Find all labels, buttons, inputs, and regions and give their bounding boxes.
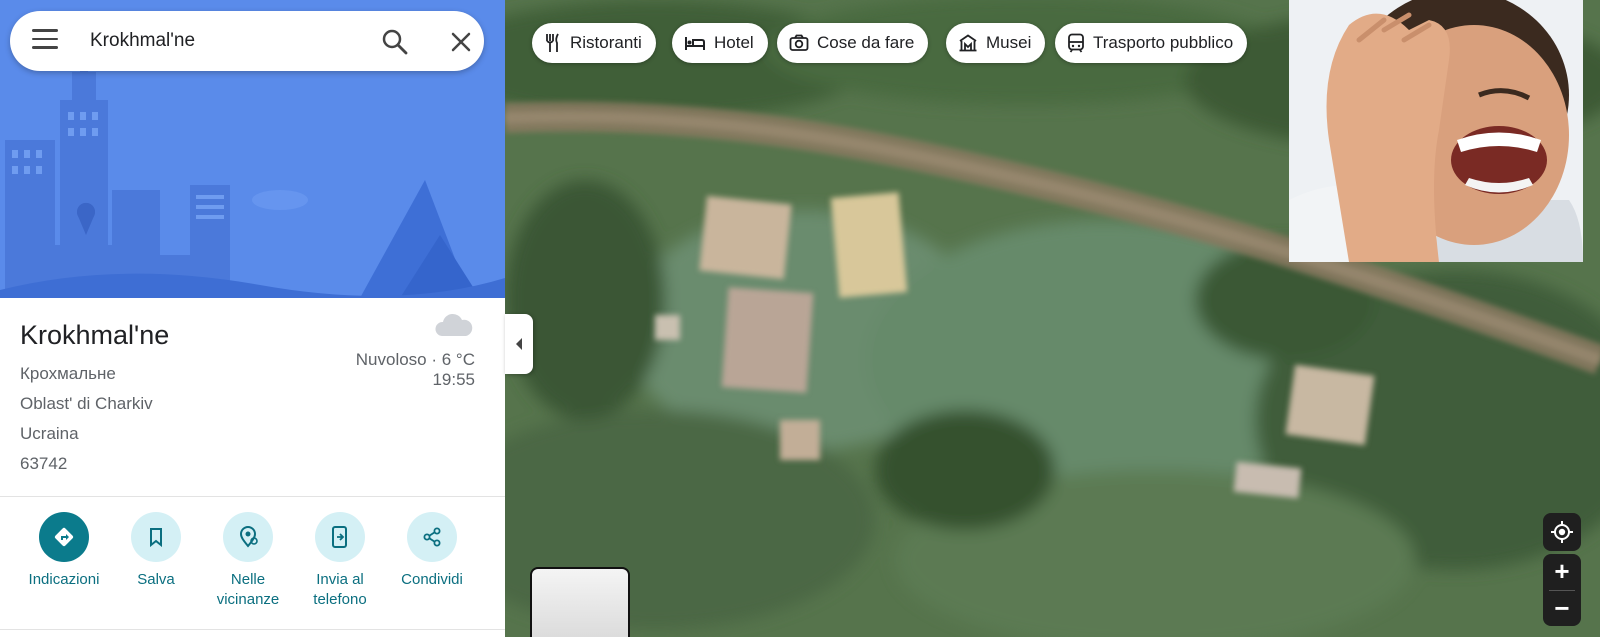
camera-icon xyxy=(789,34,809,51)
address-line-country: Ucraina xyxy=(20,424,79,443)
search-box[interactable]: Krokhmal'ne xyxy=(10,11,484,71)
my-location-button[interactable] xyxy=(1543,513,1581,551)
chip-museums[interactable]: Musei xyxy=(946,23,1046,63)
save-label: Salva xyxy=(137,571,175,588)
chevron-left-icon xyxy=(516,338,522,350)
chip-public-transit[interactable]: Trasporto pubblico xyxy=(1055,23,1248,63)
directions-icon xyxy=(39,512,89,562)
zoom-controls: + − xyxy=(1543,554,1581,626)
hotel-icon xyxy=(685,37,705,50)
close-icon[interactable] xyxy=(446,27,476,57)
place-title: Krokhmal'ne xyxy=(20,320,170,350)
chip-label: Ristoranti xyxy=(570,33,642,52)
send-to-phone-button[interactable]: Invia al telefono xyxy=(294,512,386,610)
chip-restaurants[interactable]: Ristoranti xyxy=(532,23,656,63)
laughing-person-photo xyxy=(1289,0,1583,262)
chip-label: Trasporto pubblico xyxy=(1093,33,1234,52)
zoom-in-button[interactable]: + xyxy=(1543,554,1581,590)
address-line-local: Крохмальне xyxy=(20,364,116,383)
local-time: 19:55 xyxy=(432,370,475,389)
restaurant-icon xyxy=(546,33,559,52)
transit-icon xyxy=(1068,33,1084,53)
divider xyxy=(0,629,505,630)
weather-text: Nuvoloso · 6 °C xyxy=(355,350,475,369)
my-location-icon xyxy=(1551,521,1573,543)
divider xyxy=(0,496,505,497)
zoom-out-button[interactable]: − xyxy=(1543,590,1581,626)
nearby-label: Nelle vicinanze xyxy=(216,571,280,608)
bookmark-icon xyxy=(131,512,181,562)
share-icon xyxy=(407,512,457,562)
send-to-phone-icon xyxy=(315,512,365,562)
share-label: Condividi xyxy=(401,571,463,588)
directions-label: Indicazioni xyxy=(28,571,100,588)
museum-icon xyxy=(959,34,977,52)
directions-button[interactable]: Indicazioni xyxy=(18,512,110,590)
address-line-region: Oblast' di Charkiv xyxy=(20,394,153,413)
chip-label: Cose da fare xyxy=(817,33,915,52)
nearby-icon xyxy=(223,512,273,562)
search-input[interactable]: Krokhmal'ne xyxy=(90,30,195,52)
save-button[interactable]: Salva xyxy=(110,512,202,590)
collapse-panel-button[interactable] xyxy=(505,314,533,374)
share-button[interactable]: Condividi xyxy=(386,512,478,590)
nearby-button[interactable]: Nelle vicinanze xyxy=(202,512,294,610)
cloud-icon xyxy=(434,312,474,340)
send-to-phone-label: Invia al telefono xyxy=(313,571,367,608)
place-info: Krokhmal'ne Крохмальне Oblast' di Charki… xyxy=(0,298,505,498)
chip-label: Hotel xyxy=(714,33,754,52)
address-line-postal-code: 63742 xyxy=(20,454,68,473)
menu-icon[interactable] xyxy=(32,29,58,53)
chip-things-to-do[interactable]: Cose da fare xyxy=(777,23,929,63)
search-icon[interactable] xyxy=(380,27,410,57)
layers-toggle[interactable] xyxy=(530,567,630,637)
chip-label: Musei xyxy=(986,33,1032,52)
chip-hotels[interactable]: Hotel xyxy=(672,23,768,63)
action-bar: Indicazioni Salva Nelle vicinanze Invia … xyxy=(0,512,505,622)
place-panel: Krokhmal'ne Krokhmal'ne Крохмальне Oblas… xyxy=(0,0,505,637)
